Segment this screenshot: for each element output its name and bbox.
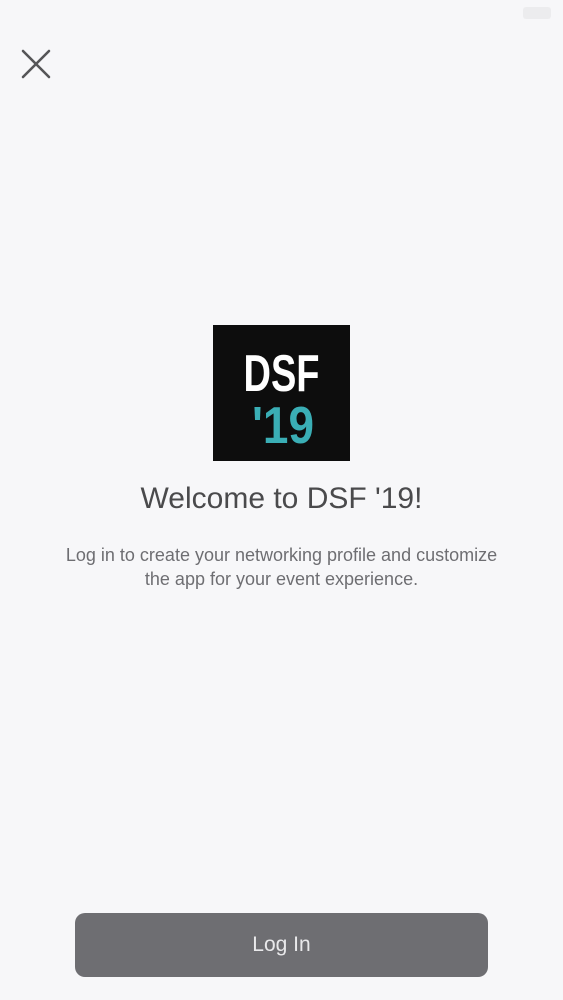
status-bar bbox=[0, 0, 563, 28]
welcome-subtitle: Log in to create your networking profile… bbox=[65, 545, 498, 589]
event-logo: DSF '19 bbox=[213, 325, 350, 461]
close-icon bbox=[21, 49, 51, 79]
battery-icon bbox=[523, 7, 551, 19]
logo-line-1: DSF bbox=[244, 345, 320, 403]
welcome-title: Welcome to DSF '19! bbox=[140, 482, 423, 515]
logo-line-2: '19 bbox=[252, 397, 314, 455]
close-button[interactable] bbox=[14, 42, 58, 86]
login-button[interactable]: Log In bbox=[75, 913, 488, 977]
